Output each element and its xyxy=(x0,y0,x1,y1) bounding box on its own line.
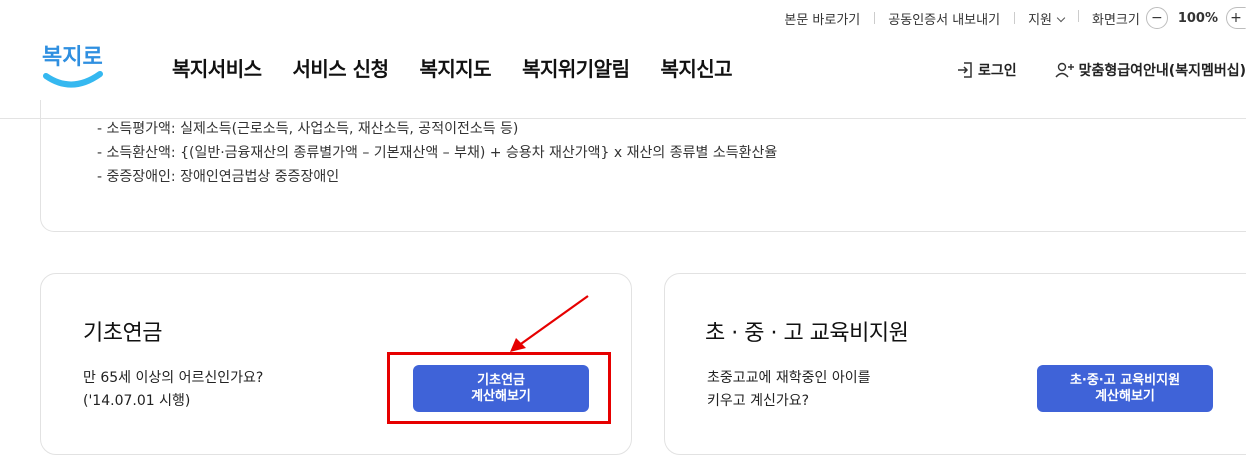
membership-label: 맞춤형급여안내(복지멤버십) xyxy=(1078,63,1246,79)
education-support-desc: 초중고교에 재학중인 아이를 키우고 계신가요? xyxy=(707,367,870,413)
zoom-in-button[interactable]: + xyxy=(1226,7,1246,29)
chevron-down-icon xyxy=(1056,13,1066,22)
criteria-severe-disability: - 중증장애인: 장애인연금법상 중증장애인 xyxy=(97,169,340,185)
education-support-title: 초 · 중 · 고 교육비지원 xyxy=(705,321,909,346)
zoom-out-button[interactable]: − xyxy=(1145,7,1168,29)
basic-pension-desc-line1: 만 65세 이상의 어르신인가요? xyxy=(83,370,264,386)
skip-to-content-link[interactable]: 본문 바로가기 xyxy=(770,9,874,28)
login-link[interactable]: 로그인 xyxy=(956,60,1017,80)
nav-service-application[interactable]: 서비스 신청 xyxy=(293,53,389,82)
nav-welfare-services[interactable]: 복지서비스 xyxy=(172,53,262,82)
basic-pension-desc-line2: ('14.07.01 시행) xyxy=(83,393,191,409)
education-support-calc-button[interactable]: 초·중·고 교육비지원 계산해보기 xyxy=(1037,365,1213,412)
logo-image: 복지로 xyxy=(42,44,103,88)
zoom-label: 화면크기 xyxy=(1091,12,1140,28)
criteria-income-conversion: - 소득환산액: {(일반·금융재산의 종류별가액 – 기본재산액 – 부채) … xyxy=(97,145,778,161)
basic-pension-desc: 만 65세 이상의 어르신인가요? ('14.07.01 시행) xyxy=(83,367,263,413)
criteria-list: - 소득평가액: 실제소득(근로소득, 사업소득, 재산소득, 공적이전소득 등… xyxy=(97,117,777,189)
zoom-control: 화면크기 − 100% + xyxy=(1077,7,1246,29)
svg-text:복지로: 복지로 xyxy=(42,44,103,69)
education-support-desc-line2: 키우고 계신가요? xyxy=(707,393,810,409)
header-actions: 로그인 맞춤형급여안내(복지멤버십) xyxy=(956,60,1246,80)
support-menu[interactable]: 지원 xyxy=(1014,9,1078,28)
login-icon xyxy=(958,62,972,78)
education-support-btn-line2: 계산해보기 xyxy=(1095,388,1155,404)
bokjiro-logo[interactable]: 복지로 xyxy=(40,36,104,96)
education-support-card: 초 · 중 · 고 교육비지원 초중고교에 재학중인 아이를 키우고 계신가요?… xyxy=(664,273,1246,455)
main-navigation: 복지서비스 서비스 신청 복지지도 복지위기알림 복지신고 xyxy=(172,53,763,82)
education-support-btn-line1: 초·중·고 교육비지원 xyxy=(1069,372,1181,388)
user-plus-icon xyxy=(1055,62,1074,78)
nav-welfare-report[interactable]: 복지신고 xyxy=(660,53,732,82)
highlight-box xyxy=(387,352,611,424)
utility-bar: 본문 바로가기 공동인증서 내보내기 지원 화면크기 − 100% + xyxy=(770,7,1246,29)
zoom-value: 100% xyxy=(1177,10,1218,26)
criteria-income-evaluation: - 소득평가액: 실제소득(근로소득, 사업소득, 재산소득, 공적이전소득 등… xyxy=(97,121,519,137)
nav-welfare-map[interactable]: 복지지도 xyxy=(419,53,491,82)
annotation-arrow-icon xyxy=(510,295,589,352)
education-support-desc-line1: 초중고교에 재학중인 아이를 xyxy=(707,370,871,386)
nav-welfare-crisis-alert[interactable]: 복지위기알림 xyxy=(522,53,630,82)
basic-pension-title: 기초연금 xyxy=(83,321,162,346)
membership-link[interactable]: 맞춤형급여안내(복지멤버십) xyxy=(1055,60,1246,80)
login-label: 로그인 xyxy=(978,63,1017,79)
export-certificate-link[interactable]: 공동인증서 내보내기 xyxy=(874,9,1014,28)
support-label: 지원 xyxy=(1028,12,1052,28)
